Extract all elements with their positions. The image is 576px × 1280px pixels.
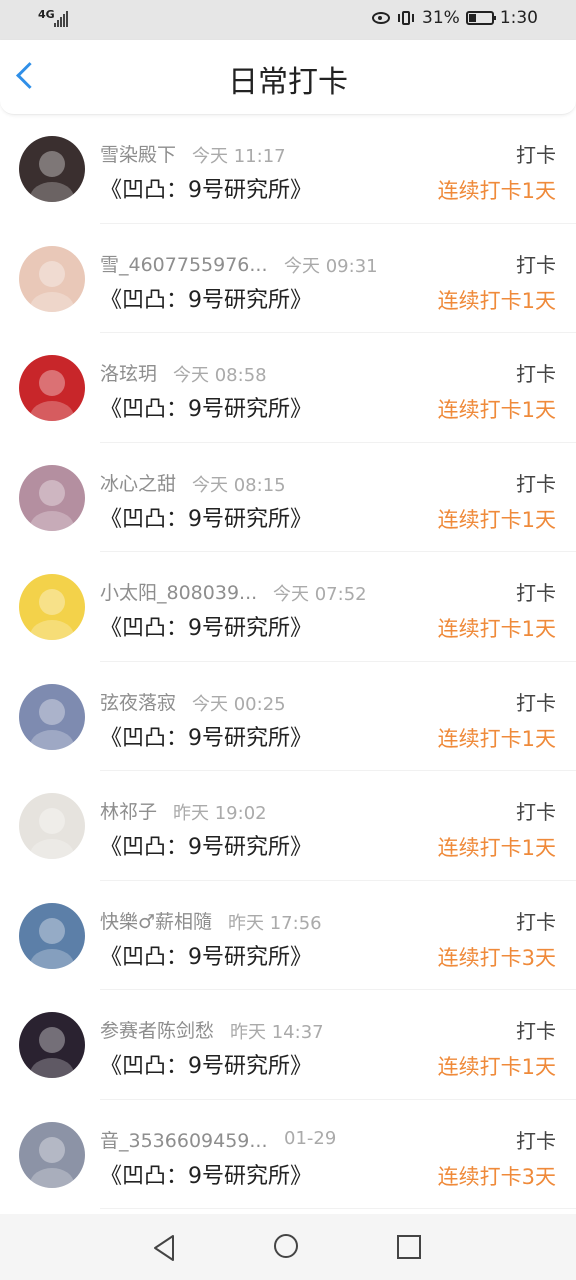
checkin-subject[interactable]: 《凹凸：9号研究所》 (100, 610, 312, 642)
checkin-time: 今天 09:31 (284, 255, 378, 277)
checkin-time: 今天 08:58 (173, 365, 267, 386)
user-name[interactable]: 冰心之甜 (100, 469, 176, 496)
avatar[interactable] (19, 245, 85, 312)
checkin-label: 打卡 (516, 581, 556, 605)
checkin-time: 今天 08:15 (192, 474, 286, 496)
signal-icon (54, 11, 68, 27)
avatar[interactable] (19, 574, 85, 640)
checkin-time: 今天 07:52 (273, 584, 367, 605)
checkin-label: 打卡 (516, 143, 556, 167)
avatar[interactable] (19, 683, 85, 750)
streak-label: 连续打卡1天 (437, 726, 556, 751)
streak-label: 连续打卡1天 (437, 288, 556, 313)
streak-label: 连续打卡1天 (437, 617, 556, 641)
checkin-subject[interactable]: 《凹凸：9号研究所》 (100, 391, 312, 423)
checkin-subject[interactable]: 《凹凸：9号研究所》 (100, 1048, 312, 1080)
list-item[interactable]: 快樂♂薪相隨 昨天 17:56 打卡《凹凸：9号研究所》 连续打卡3天 (0, 881, 576, 991)
streak-label: 连续打卡1天 (437, 1055, 556, 1079)
checkin-subject[interactable]: 《凹凸：9号研究所》 (100, 1158, 312, 1190)
streak-label: 连续打卡1天 (437, 836, 556, 860)
battery-percent: 31% (422, 8, 460, 28)
user-name[interactable]: 林祁子 (100, 797, 157, 824)
checkin-subject[interactable]: 《凹凸：9号研究所》 (100, 501, 312, 533)
checkin-time: 今天 00:25 (192, 693, 286, 715)
checkin-subject[interactable]: 《凹凸：9号研究所》 (100, 720, 312, 752)
avatar[interactable] (19, 464, 85, 531)
page-title: 日常打卡 (228, 65, 348, 100)
avatar[interactable] (19, 355, 85, 421)
streak-label: 连续打卡1天 (437, 179, 556, 203)
checkin-subject[interactable]: 《凹凸：9号研究所》 (100, 939, 312, 971)
battery-icon (465, 11, 496, 25)
user-name[interactable]: 雪_4607755976... (100, 250, 268, 277)
user-name[interactable]: 音_3536609459... (100, 1126, 268, 1153)
circle-home-icon[interactable] (274, 1234, 298, 1258)
user-name[interactable]: 快樂♂薪相隨 (100, 907, 212, 934)
list-item[interactable]: 小太阳_808039... 今天 07:52 打卡《凹凸：9号研究所》 连续打卡1天 (0, 552, 576, 662)
user-name[interactable]: 参赛者陈剑愁 (100, 1016, 214, 1043)
checkin-label: 打卡 (516, 252, 556, 277)
list-item[interactable]: 雪染殿下 今天 11:17 打卡《凹凸：9号研究所》 连续打卡1天 (0, 114, 576, 224)
list-item[interactable]: 雪_4607755976... 今天 09:31 打卡《凹凸：9号研究所》 连续打卡1… (0, 224, 576, 334)
avatar[interactable] (19, 793, 85, 859)
checkin-label: 打卡 (516, 690, 556, 715)
network-type: 4G (38, 8, 55, 21)
list-item[interactable]: 音_3536609459... 01-29 打卡《凹凸：9号研究所》 连续打卡3天 (0, 1100, 576, 1210)
user-name[interactable]: 雪染殿下 (100, 140, 176, 167)
list-item[interactable]: 冰心之甜 今天 08:15 打卡《凹凸：9号研究所》 连续打卡1天 (0, 443, 576, 553)
checkin-time: 昨天 19:02 (173, 803, 267, 824)
checkin-label: 打卡 (516, 1128, 556, 1153)
list-item[interactable]: 参赛者陈剑愁 昨天 14:37 打卡《凹凸：9号研究所》 连续打卡1天 (0, 990, 576, 1100)
checkin-label: 打卡 (516, 909, 556, 934)
eye-icon (372, 12, 391, 24)
system-nav-bar (0, 1214, 576, 1280)
triangle-back-icon[interactable] (152, 1234, 176, 1262)
streak-label: 连续打卡3天 (437, 1164, 556, 1189)
checkin-label: 打卡 (516, 800, 556, 824)
square-recents-icon[interactable] (397, 1235, 421, 1259)
checkin-time: 昨天 17:56 (228, 912, 322, 934)
status-bar: 4G 31% 1:30 (0, 0, 576, 40)
vibrate-icon (398, 11, 415, 25)
checkin-subject[interactable]: 《凹凸：9号研究所》 (100, 282, 312, 314)
user-name[interactable]: 小太阳_808039... (100, 578, 257, 605)
checkin-time: 今天 11:17 (192, 146, 286, 167)
app-header: 日常打卡 (0, 40, 576, 115)
streak-label: 连续打卡1天 (437, 507, 556, 532)
streak-label: 连续打卡1天 (437, 398, 556, 422)
avatar[interactable] (19, 1121, 85, 1188)
avatar[interactable] (19, 136, 85, 202)
checkin-subject[interactable]: 《凹凸：9号研究所》 (100, 829, 312, 861)
checkin-label: 打卡 (516, 1019, 556, 1043)
user-name[interactable]: 洛玹玥 (100, 359, 157, 386)
list-item[interactable]: 洛玹玥 今天 08:58 打卡《凹凸：9号研究所》 连续打卡1天 (0, 333, 576, 443)
list-item[interactable]: 林祁子 昨天 19:02 打卡《凹凸：9号研究所》 连续打卡1天 (0, 771, 576, 881)
streak-label: 连续打卡3天 (437, 945, 556, 970)
checkin-time: 昨天 14:37 (230, 1022, 324, 1043)
user-name[interactable]: 弦夜落寂 (100, 688, 176, 715)
list-item[interactable]: 弦夜落寂 今天 00:25 打卡《凹凸：9号研究所》 连续打卡1天 (0, 662, 576, 772)
checkin-label: 打卡 (516, 471, 556, 496)
checkin-label: 打卡 (516, 362, 556, 386)
clock: 1:30 (499, 8, 538, 28)
avatar[interactable] (19, 1012, 85, 1078)
checkin-list: 雪染殿下 今天 11:17 打卡 《凹凸：9号研究所》 连续打卡1天 雪_46077559… (0, 114, 576, 1209)
battery-level (468, 14, 477, 22)
checkin-time: 01-29 (284, 1127, 337, 1149)
checkin-subject[interactable]: 《凹凸：9号研究所》 (100, 172, 312, 204)
avatar[interactable] (19, 902, 85, 969)
